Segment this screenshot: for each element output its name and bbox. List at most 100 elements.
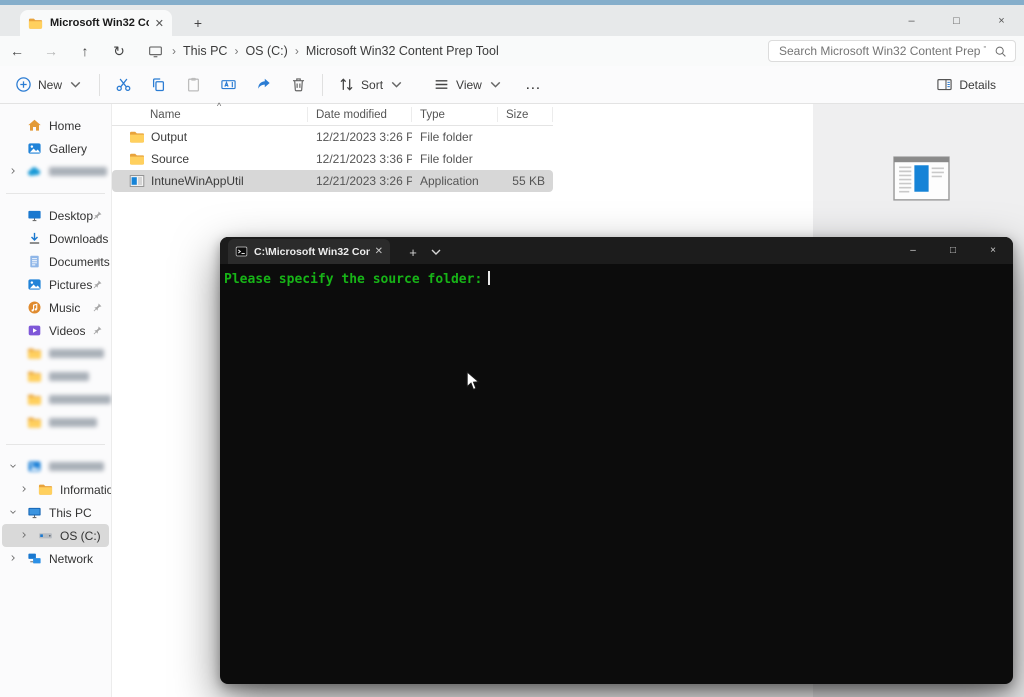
cut-button[interactable] bbox=[106, 70, 141, 100]
terminal-new-tab-button[interactable]: + bbox=[402, 241, 424, 263]
chevron-down-icon bbox=[67, 76, 84, 93]
terminal-maximize-button[interactable]: □ bbox=[933, 237, 973, 264]
terminal-tab-close-icon[interactable]: ✕ bbox=[375, 246, 383, 257]
folder-icon bbox=[27, 415, 42, 430]
breadcrumb-separator-icon: › bbox=[294, 44, 299, 58]
file-type: Application bbox=[420, 174, 479, 188]
pin-icon bbox=[92, 302, 103, 313]
sidebar-divider bbox=[6, 193, 105, 194]
view-button[interactable]: View bbox=[424, 70, 513, 100]
search-input[interactable] bbox=[777, 43, 988, 59]
share-icon bbox=[255, 76, 272, 93]
pin-icon bbox=[92, 233, 103, 244]
file-row-source[interactable]: Source 12/21/2023 3:36 PM File folder bbox=[112, 148, 553, 170]
sidebar-item-label: Desktop bbox=[49, 208, 94, 223]
paste-button[interactable] bbox=[176, 70, 211, 100]
folder-icon bbox=[27, 392, 42, 407]
chevron-down-icon bbox=[8, 461, 18, 471]
file-row-output[interactable]: Output 12/21/2023 3:26 PM File folder bbox=[112, 126, 553, 148]
breadcrumb[interactable]: › This PC › OS (C:) › Microsoft Win32 Co… bbox=[142, 39, 768, 63]
sidebar-item-information-tech[interactable]: Information Techn bbox=[0, 478, 111, 501]
file-date: 12/21/2023 3:26 PM bbox=[316, 174, 412, 188]
sidebar-item-recent-folder-redacted[interactable] bbox=[0, 388, 111, 411]
breadcrumb-this-pc[interactable]: This PC bbox=[183, 44, 227, 58]
sidebar-item-home[interactable]: Home bbox=[0, 114, 111, 137]
folder-icon bbox=[27, 346, 42, 361]
share-button[interactable] bbox=[246, 70, 281, 100]
navigation-sidebar: Home Gallery Desktop Downloads Documents… bbox=[0, 104, 112, 697]
tab-close-icon[interactable]: ✕ bbox=[155, 17, 164, 30]
chevron-right-icon bbox=[8, 553, 18, 563]
selected-file-preview-icon bbox=[893, 156, 950, 201]
file-type: File folder bbox=[420, 130, 473, 144]
redacted-label bbox=[49, 395, 111, 404]
network-icon bbox=[27, 551, 42, 566]
terminal-tab-dropdown-icon[interactable] bbox=[428, 244, 444, 260]
file-size: 55 KB bbox=[512, 174, 545, 188]
file-row-intunewinapputil[interactable]: IntuneWinAppUtil 12/21/2023 3:26 PM Appl… bbox=[112, 170, 553, 192]
delete-icon bbox=[290, 76, 307, 93]
sidebar-item-downloads[interactable]: Downloads bbox=[0, 227, 111, 250]
address-bar: ← → ↑ ↻ › This PC › OS (C:) › Microsoft … bbox=[0, 36, 1024, 66]
sort-button-label: Sort bbox=[361, 77, 384, 92]
sidebar-item-pictures[interactable]: Pictures bbox=[0, 273, 111, 296]
minimize-button[interactable]: – bbox=[889, 5, 934, 36]
sidebar-item-network[interactable]: Network bbox=[0, 547, 111, 570]
column-header-type[interactable]: Type bbox=[412, 107, 498, 122]
sidebar-item-recent-folder-redacted[interactable] bbox=[0, 365, 111, 388]
refresh-button[interactable]: ↻ bbox=[102, 38, 136, 64]
more-options-button[interactable]: … bbox=[513, 76, 554, 94]
sidebar-item-videos[interactable]: Videos bbox=[0, 319, 111, 342]
copy-button[interactable] bbox=[141, 70, 176, 100]
sort-button[interactable]: Sort bbox=[329, 70, 414, 100]
column-header-size[interactable]: Size bbox=[498, 107, 553, 122]
details-toggle-button[interactable]: Details bbox=[927, 70, 1010, 100]
rename-button[interactable] bbox=[211, 70, 246, 100]
column-header-name[interactable]: Name ^ bbox=[112, 101, 308, 122]
sidebar-item-this-pc[interactable]: This PC bbox=[0, 501, 111, 524]
breadcrumb-os-c[interactable]: OS (C:) bbox=[245, 44, 287, 58]
breadcrumb-separator-icon: › bbox=[172, 44, 176, 58]
terminal-close-button[interactable]: × bbox=[973, 237, 1013, 264]
file-name: IntuneWinAppUtil bbox=[151, 174, 244, 188]
new-button[interactable]: New bbox=[6, 70, 93, 100]
sidebar-item-recent-folder-redacted[interactable] bbox=[0, 342, 111, 365]
search-icon bbox=[994, 45, 1007, 58]
terminal-title-bar[interactable]: C:\Microsoft Win32 Content P ✕ + – □ × bbox=[220, 237, 1013, 264]
pin-icon bbox=[92, 210, 103, 221]
delete-button[interactable] bbox=[281, 70, 316, 100]
file-date: 12/21/2023 3:36 PM bbox=[316, 152, 412, 166]
file-name-cell: IntuneWinAppUtil bbox=[112, 173, 308, 189]
details-button-label: Details bbox=[959, 77, 996, 92]
sidebar-item-label: Gallery bbox=[49, 141, 88, 156]
column-label: Date modified bbox=[316, 108, 387, 121]
sidebar-item-documents[interactable]: Documents bbox=[0, 250, 111, 273]
sidebar-divider bbox=[6, 444, 105, 445]
terminal-window[interactable]: C:\Microsoft Win32 Content P ✕ + – □ × P… bbox=[220, 237, 1013, 684]
home-icon bbox=[27, 118, 42, 133]
terminal-active-tab[interactable]: C:\Microsoft Win32 Content P ✕ bbox=[228, 239, 390, 264]
sidebar-tree-root-redacted[interactable] bbox=[0, 455, 111, 478]
sidebar-item-desktop[interactable]: Desktop bbox=[0, 204, 111, 227]
close-button[interactable]: × bbox=[979, 5, 1024, 36]
sidebar-item-onedrive-redacted[interactable] bbox=[0, 160, 111, 183]
forward-button[interactable]: → bbox=[34, 38, 68, 64]
breadcrumb-current-folder[interactable]: Microsoft Win32 Content Prep Tool bbox=[306, 44, 499, 58]
terminal-output[interactable]: Please specify the source folder: bbox=[220, 264, 1013, 296]
search-box[interactable] bbox=[768, 40, 1016, 62]
pictures-icon bbox=[27, 277, 42, 292]
file-date: 12/21/2023 3:26 PM bbox=[316, 130, 412, 144]
explorer-active-tab[interactable]: Microsoft Win32 Content Prep ✕ bbox=[20, 10, 172, 36]
command-toolbar: New Sort View … Details bbox=[0, 66, 1024, 104]
up-button[interactable]: ↑ bbox=[68, 38, 102, 64]
sidebar-item-recent-folder-redacted[interactable] bbox=[0, 411, 111, 434]
sidebar-item-music[interactable]: Music bbox=[0, 296, 111, 319]
new-tab-button[interactable]: + bbox=[185, 10, 211, 36]
sidebar-item-os-c[interactable]: OS (C:) bbox=[2, 524, 109, 547]
column-header-date-modified[interactable]: Date modified bbox=[308, 107, 412, 122]
maximize-button[interactable]: □ bbox=[934, 5, 979, 36]
terminal-minimize-button[interactable]: – bbox=[893, 237, 933, 264]
back-button[interactable]: ← bbox=[0, 38, 34, 64]
sidebar-item-gallery[interactable]: Gallery bbox=[0, 137, 111, 160]
explorer-window-controls: – □ × bbox=[889, 5, 1024, 36]
